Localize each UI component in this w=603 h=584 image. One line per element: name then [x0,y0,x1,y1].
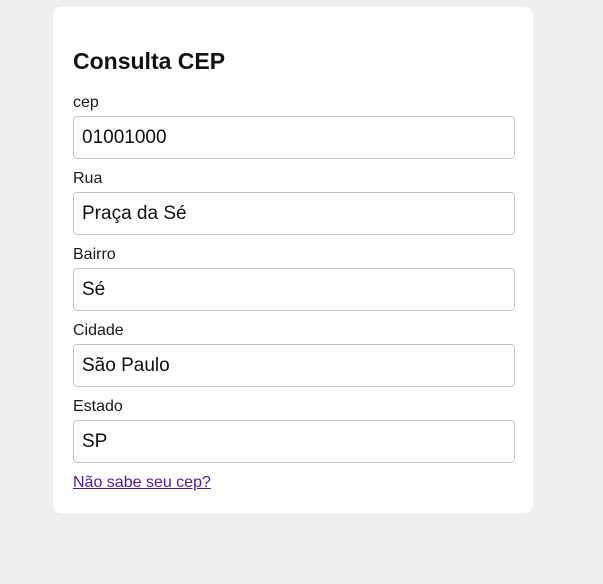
rua-label: Rua [73,170,103,187]
form-title: Consulta CEP [73,48,226,74]
forgot-cep-link[interactable]: Não sabe seu cep? [73,474,211,492]
cidade-input[interactable] [73,344,515,387]
bairro-input[interactable] [73,268,515,311]
cep-form-card: Consulta CEP cep Rua Bairro Cidade Estad… [53,7,533,513]
estado-label: Estado [73,398,123,415]
rua-input[interactable] [73,192,515,235]
estado-input[interactable] [73,420,515,463]
cep-label: cep [73,94,99,111]
bairro-label: Bairro [73,246,116,263]
cep-input[interactable] [73,116,515,159]
cidade-label: Cidade [73,322,124,339]
